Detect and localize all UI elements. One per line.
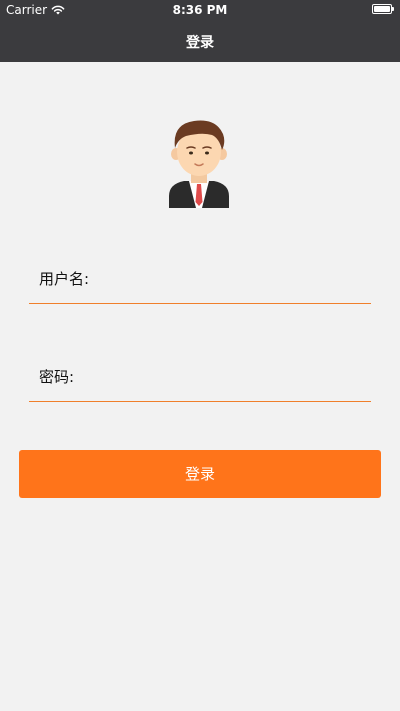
username-input[interactable] <box>99 267 371 293</box>
username-label: 用户名: <box>39 270 90 288</box>
password-field: 密码: <box>29 362 371 402</box>
page-title: 登录 <box>186 35 214 51</box>
password-label: 密码: <box>39 368 75 386</box>
username-field: 用户名: <box>29 264 371 304</box>
status-bar: Carrier 8:36 PM <box>0 0 400 20</box>
battery-level <box>374 6 390 12</box>
login-button[interactable]: 登录 <box>19 450 381 498</box>
battery-icon <box>372 4 394 14</box>
businessman-avatar-icon <box>169 120 229 208</box>
password-input[interactable] <box>99 365 371 391</box>
status-time: 8:36 PM <box>172 3 228 17</box>
navigation-bar: Carrier 8:36 PM 登录 <box>0 0 400 62</box>
